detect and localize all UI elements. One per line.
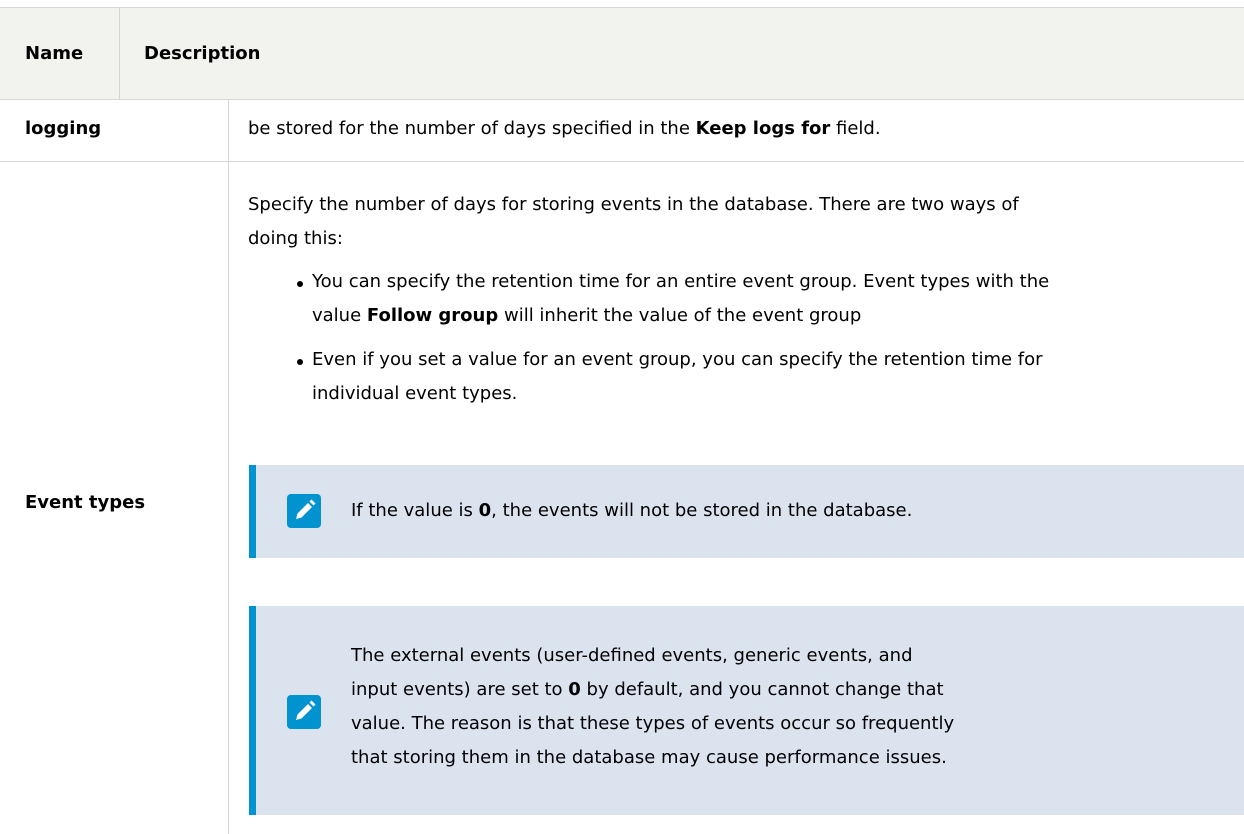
note-box-external-events: The external events (user-defined events… <box>249 606 1244 815</box>
text-segment: field. <box>830 118 881 139</box>
note-text: The external events (user-defined events… <box>351 639 954 775</box>
note-box-zero-value: If the value is 0, the events will not b… <box>249 465 1244 558</box>
text-segment: value <box>312 305 367 326</box>
header-name: Name <box>0 8 120 99</box>
row-divider <box>0 161 1244 162</box>
text-segment: be stored for the number of days specifi… <box>248 118 696 139</box>
list-item-line: value Follow group will inherit the valu… <box>312 299 1232 333</box>
event-types-intro: Specify the number of days for storing e… <box>248 188 1019 256</box>
bold-follow-group: Follow group <box>366 305 499 326</box>
intro-line: Specify the number of days for storing e… <box>248 194 1019 215</box>
pencil-icon <box>287 494 321 528</box>
pencil-icon <box>287 695 321 729</box>
list-item: Even if you set a value for an event gro… <box>297 343 1232 411</box>
row-name-logging: logging <box>25 118 102 139</box>
list-item-line: individual event types. <box>312 383 518 404</box>
intro-line: doing this: <box>248 228 343 249</box>
list-item-line: You can specify the retention time for a… <box>312 271 1050 292</box>
note-line: The external events (user-defined events… <box>351 645 913 666</box>
header-description: Description <box>144 43 261 64</box>
table-header-row: Name Description <box>0 7 1244 100</box>
document-page: Name Description logging be stored for t… <box>0 0 1244 834</box>
bold-keep-logs-for: Keep logs for <box>695 118 831 139</box>
note-text: If the value is 0, the events will not b… <box>351 494 912 528</box>
list-item: You can specify the retention time for a… <box>297 265 1232 333</box>
column-divider <box>228 100 229 834</box>
text-segment: input events) are set to <box>351 679 569 700</box>
row-description-logging: be stored for the number of days specifi… <box>248 112 881 146</box>
bold-zero: 0 <box>478 500 492 521</box>
text-segment: by default, and you cannot change that <box>580 679 944 700</box>
row-name-event-types: Event types <box>25 492 146 513</box>
text-segment: If the value is <box>351 500 479 521</box>
list-item-line: Even if you set a value for an event gro… <box>312 349 1043 370</box>
text-segment: will inherit the value of the event grou… <box>498 305 862 326</box>
bold-zero: 0 <box>568 679 581 700</box>
note-line: input events) are set to 0 by default, a… <box>351 673 954 707</box>
note-line: value. The reason is that these types of… <box>351 713 955 734</box>
retention-options-list: You can specify the retention time for a… <box>297 265 1232 421</box>
text-segment: , the events will not be stored in the d… <box>491 500 913 521</box>
note-line: that storing them in the database may ca… <box>351 747 947 768</box>
